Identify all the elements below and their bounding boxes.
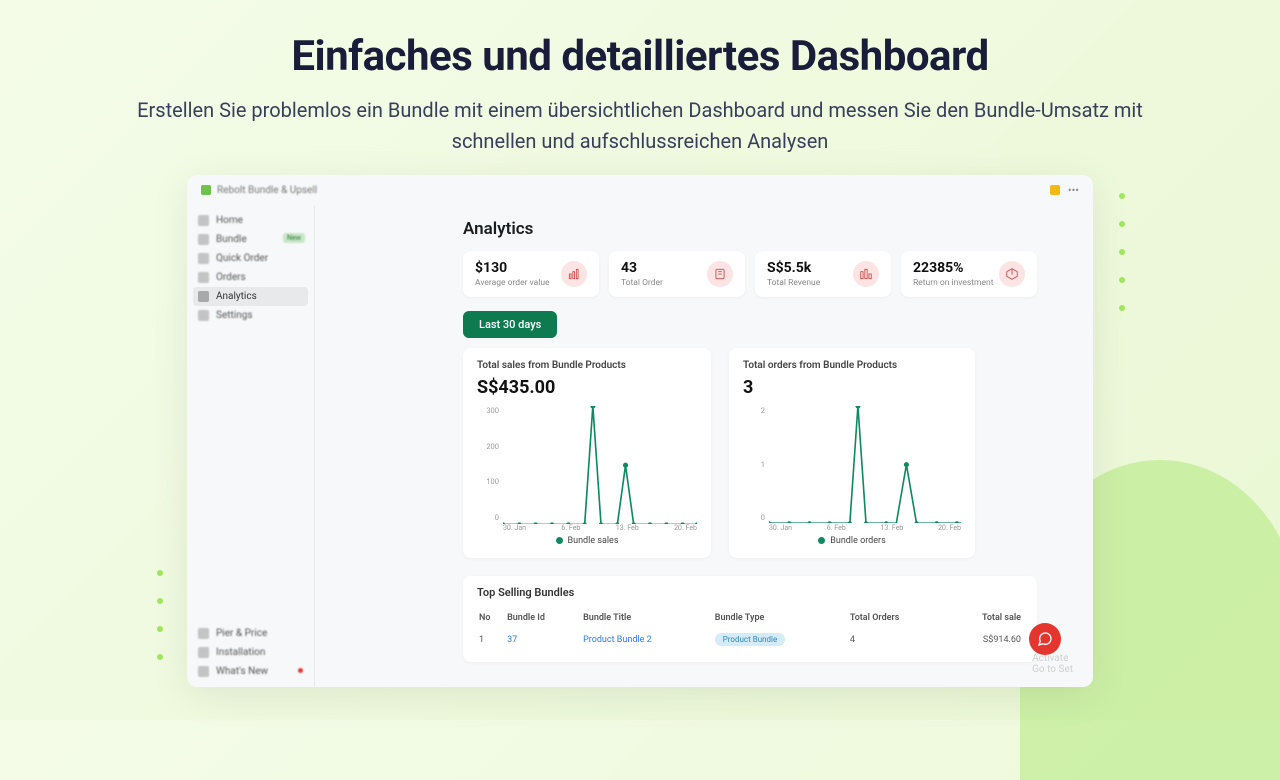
stat-roi: 22385%Return on investment bbox=[901, 251, 1037, 297]
date-range-pill[interactable]: Last 30 days bbox=[463, 311, 557, 338]
sidebar-item-home[interactable]: Home bbox=[193, 211, 308, 230]
chart-legend: Bundle sales bbox=[477, 536, 697, 546]
chart-orders-total: 3 bbox=[743, 377, 961, 398]
table-row[interactable]: 1 37 Product Bundle 2 Product Bundle 4 S… bbox=[477, 627, 1023, 652]
main-content: Analytics $130Average order value 43Tota… bbox=[315, 205, 1093, 687]
sidebar: Home BundleNew Quick Order Orders Analyt… bbox=[187, 205, 315, 687]
sidebar-item-analytics[interactable]: Analytics bbox=[193, 287, 308, 306]
bundle-id-link[interactable]: 37 bbox=[505, 627, 581, 652]
stat-orders: 43Total Order bbox=[609, 251, 745, 297]
type-badge: Product Bundle bbox=[715, 633, 785, 646]
x-axis: 30. Jan6. Feb13. Feb20. Feb bbox=[769, 524, 961, 532]
hero-subtitle: Erstellen Sie problemlos ein Bundle mit … bbox=[120, 95, 1160, 157]
notification-dot bbox=[298, 668, 303, 673]
stats-row: $130Average order value 43Total Order S$… bbox=[463, 251, 1037, 297]
sidebar-item-orders[interactable]: Orders bbox=[193, 268, 308, 287]
legend-dot-icon bbox=[556, 537, 563, 544]
analytics-icon bbox=[198, 291, 209, 302]
chart-sales-total: S$435.00 bbox=[477, 377, 697, 398]
legend-dot-icon bbox=[818, 537, 825, 544]
chart-sales: Total sales from Bundle Products S$435.0… bbox=[463, 348, 711, 558]
app-title: Rebolt Bundle & Upsell bbox=[217, 185, 317, 196]
watermark: ActivateGo to Set bbox=[1032, 653, 1073, 675]
x-axis: 30. Jan6. Feb13. Feb20. Feb bbox=[503, 524, 697, 532]
chat-button[interactable] bbox=[1029, 623, 1061, 655]
sidebar-item-bundle[interactable]: BundleNew bbox=[193, 230, 308, 249]
chart-legend: Bundle orders bbox=[743, 536, 961, 546]
titlebar: Rebolt Bundle & Upsell ••• bbox=[187, 175, 1093, 205]
chat-icon bbox=[1037, 631, 1053, 647]
stat-aov: $130Average order value bbox=[463, 251, 599, 297]
bundle-title-link[interactable]: Product Bundle 2 bbox=[581, 627, 713, 652]
orders-icon bbox=[198, 272, 209, 283]
sidebar-item-quick-order[interactable]: Quick Order bbox=[193, 249, 308, 268]
bundle-icon bbox=[198, 234, 209, 245]
app-window: Rebolt Bundle & Upsell ••• Home BundleNe… bbox=[187, 175, 1093, 687]
pin-icon[interactable] bbox=[1050, 185, 1060, 195]
new-badge: New bbox=[283, 233, 305, 243]
chart-orders: Total orders from Bundle Products 3 210 … bbox=[729, 348, 975, 558]
stat-revenue: S$5.5kTotal Revenue bbox=[755, 251, 891, 297]
star-icon bbox=[198, 666, 209, 677]
top-bundles-table: Top Selling Bundles NoBundle IdBundle Ti… bbox=[463, 576, 1037, 662]
home-icon bbox=[198, 215, 209, 226]
sales-line bbox=[503, 406, 697, 524]
orders-stat-icon bbox=[707, 261, 733, 287]
hero-section: Einfaches und detailliertes Dashboard Er… bbox=[0, 0, 1280, 175]
sidebar-item-pier[interactable]: Pier & Price bbox=[193, 624, 308, 643]
app-icon bbox=[201, 185, 211, 195]
settings-icon bbox=[198, 310, 209, 321]
revenue-icon bbox=[853, 261, 879, 287]
y-axis: 3002001000 bbox=[477, 406, 499, 522]
y-axis: 210 bbox=[743, 406, 765, 522]
sidebar-item-installation[interactable]: Installation bbox=[193, 643, 308, 662]
chart-icon bbox=[561, 261, 587, 287]
install-icon bbox=[198, 647, 209, 658]
hero-title: Einfaches und detailliertes Dashboard bbox=[120, 32, 1160, 81]
sidebar-item-settings[interactable]: Settings bbox=[193, 306, 308, 325]
quick-order-icon bbox=[198, 253, 209, 264]
orders-line bbox=[769, 406, 961, 523]
roi-icon bbox=[999, 261, 1025, 287]
tag-icon bbox=[198, 628, 209, 639]
sidebar-item-whatsnew[interactable]: What's New bbox=[193, 662, 308, 681]
panel-title: Analytics bbox=[463, 219, 1037, 239]
table-header-row: NoBundle IdBundle TitleBundle TypeTotal … bbox=[477, 609, 1023, 627]
more-icon[interactable]: ••• bbox=[1068, 184, 1079, 197]
